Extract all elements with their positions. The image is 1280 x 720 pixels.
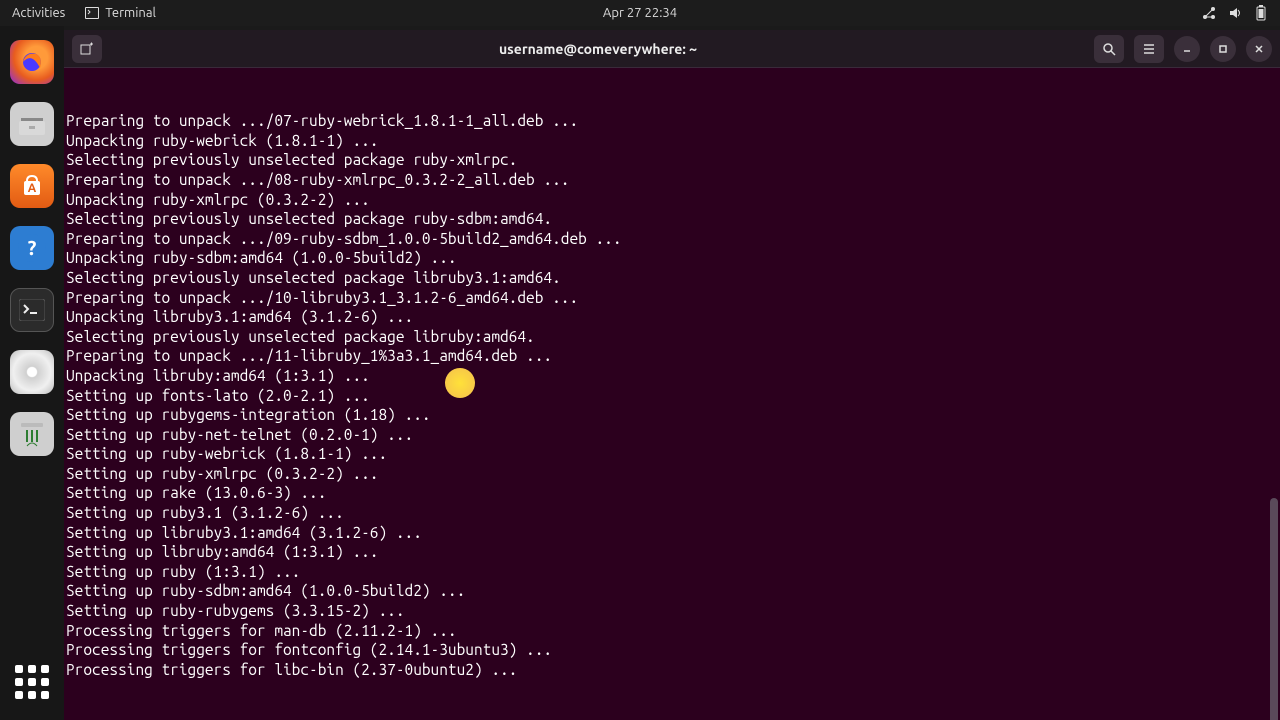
terminal-line: Selecting previously unselected package … bbox=[66, 209, 1280, 229]
terminal-line: Unpacking ruby-sdbm:amd64 (1.0.0-5build2… bbox=[66, 248, 1280, 268]
new-tab-button[interactable] bbox=[72, 35, 102, 63]
app-indicator[interactable]: Terminal bbox=[85, 6, 156, 20]
hamburger-menu-button[interactable] bbox=[1134, 35, 1164, 63]
dock-app-help[interactable]: ? bbox=[10, 226, 54, 270]
terminal-line: Preparing to unpack .../08-ruby-xmlrpc_0… bbox=[66, 170, 1280, 190]
terminal-line: Setting up ruby-sdbm:amd64 (1.0.0-5build… bbox=[66, 581, 1280, 601]
battery-icon[interactable] bbox=[1254, 6, 1268, 20]
window-title: username@comeverywhere: ~ bbox=[110, 41, 1086, 57]
terminal-output[interactable]: Preparing to unpack .../07-ruby-webrick_… bbox=[64, 68, 1280, 720]
terminal-window: username@comeverywhere: ~ Preparing to u… bbox=[64, 30, 1280, 720]
terminal-line: Unpacking ruby-xmlrpc (0.3.2-2) ... bbox=[66, 190, 1280, 210]
close-button[interactable] bbox=[1246, 36, 1272, 62]
terminal-line: Processing triggers for fontconfig (2.14… bbox=[66, 640, 1280, 660]
terminal-line: Setting up ruby-net-telnet (0.2.0-1) ... bbox=[66, 425, 1280, 445]
window-titlebar: username@comeverywhere: ~ bbox=[64, 30, 1280, 68]
svg-text:A: A bbox=[28, 182, 37, 195]
terminal-line: Preparing to unpack .../07-ruby-webrick_… bbox=[66, 111, 1280, 131]
activities-button[interactable]: Activities bbox=[12, 6, 65, 20]
minimize-button[interactable] bbox=[1174, 36, 1200, 62]
terminal-line: Selecting previously unselected package … bbox=[66, 268, 1280, 288]
gnome-top-panel: Activities Terminal Apr 27 22:34 bbox=[0, 0, 1280, 26]
app-indicator-label: Terminal bbox=[105, 6, 156, 20]
dock-app-disc[interactable] bbox=[10, 350, 54, 394]
scrollbar-thumb[interactable] bbox=[1270, 498, 1278, 720]
terminal-line: Unpacking ruby-webrick (1.8.1-1) ... bbox=[66, 131, 1280, 151]
maximize-button[interactable] bbox=[1210, 36, 1236, 62]
terminal-line: Unpacking libruby:amd64 (1:3.1) ... bbox=[66, 366, 1280, 386]
terminal-line: Setting up ruby-xmlrpc (0.3.2-2) ... bbox=[66, 464, 1280, 484]
search-button[interactable] bbox=[1094, 35, 1124, 63]
dock-app-trash[interactable] bbox=[10, 412, 54, 456]
volume-icon[interactable] bbox=[1228, 6, 1242, 20]
terminal-line: Setting up ruby-webrick (1.8.1-1) ... bbox=[66, 444, 1280, 464]
terminal-line: Setting up libruby3.1:amd64 (3.1.2-6) ..… bbox=[66, 523, 1280, 543]
terminal-line: Unpacking libruby3.1:amd64 (3.1.2-6) ... bbox=[66, 307, 1280, 327]
dock-app-terminal[interactable] bbox=[10, 288, 54, 332]
dock-app-software[interactable]: A bbox=[10, 164, 54, 208]
dock-app-firefox[interactable] bbox=[10, 40, 54, 84]
terminal-line: Setting up ruby-rubygems (3.3.15-2) ... bbox=[66, 601, 1280, 621]
show-applications-button[interactable] bbox=[10, 660, 54, 704]
terminal-line: Preparing to unpack .../10-libruby3.1_3.… bbox=[66, 288, 1280, 308]
terminal-line: Preparing to unpack .../09-ruby-sdbm_1.0… bbox=[66, 229, 1280, 249]
terminal-line: Setting up rake (13.0.6-3) ... bbox=[66, 483, 1280, 503]
dock-app-files[interactable] bbox=[10, 102, 54, 146]
network-icon[interactable] bbox=[1202, 6, 1216, 20]
dock: A ? bbox=[0, 26, 64, 720]
terminal-line: Processing triggers for libc-bin (2.37-0… bbox=[66, 660, 1280, 680]
terminal-line: Setting up ruby3.1 (3.1.2-6) ... bbox=[66, 503, 1280, 523]
terminal-line: Setting up ruby (1:3.1) ... bbox=[66, 562, 1280, 582]
svg-text:?: ? bbox=[28, 236, 37, 259]
terminal-line: Setting up rubygems-integration (1.18) .… bbox=[66, 405, 1280, 425]
terminal-line: Setting up fonts-lato (2.0-2.1) ... bbox=[66, 386, 1280, 406]
clock[interactable]: Apr 27 22:34 bbox=[603, 6, 677, 20]
terminal-line: Selecting previously unselected package … bbox=[66, 150, 1280, 170]
terminal-line: Selecting previously unselected package … bbox=[66, 327, 1280, 347]
terminal-line: Setting up libruby:amd64 (1:3.1) ... bbox=[66, 542, 1280, 562]
terminal-line: Preparing to unpack .../11-libruby_1%3a3… bbox=[66, 346, 1280, 366]
terminal-line: Processing triggers for man-db (2.11.2-1… bbox=[66, 621, 1280, 641]
terminal-icon bbox=[85, 6, 99, 20]
